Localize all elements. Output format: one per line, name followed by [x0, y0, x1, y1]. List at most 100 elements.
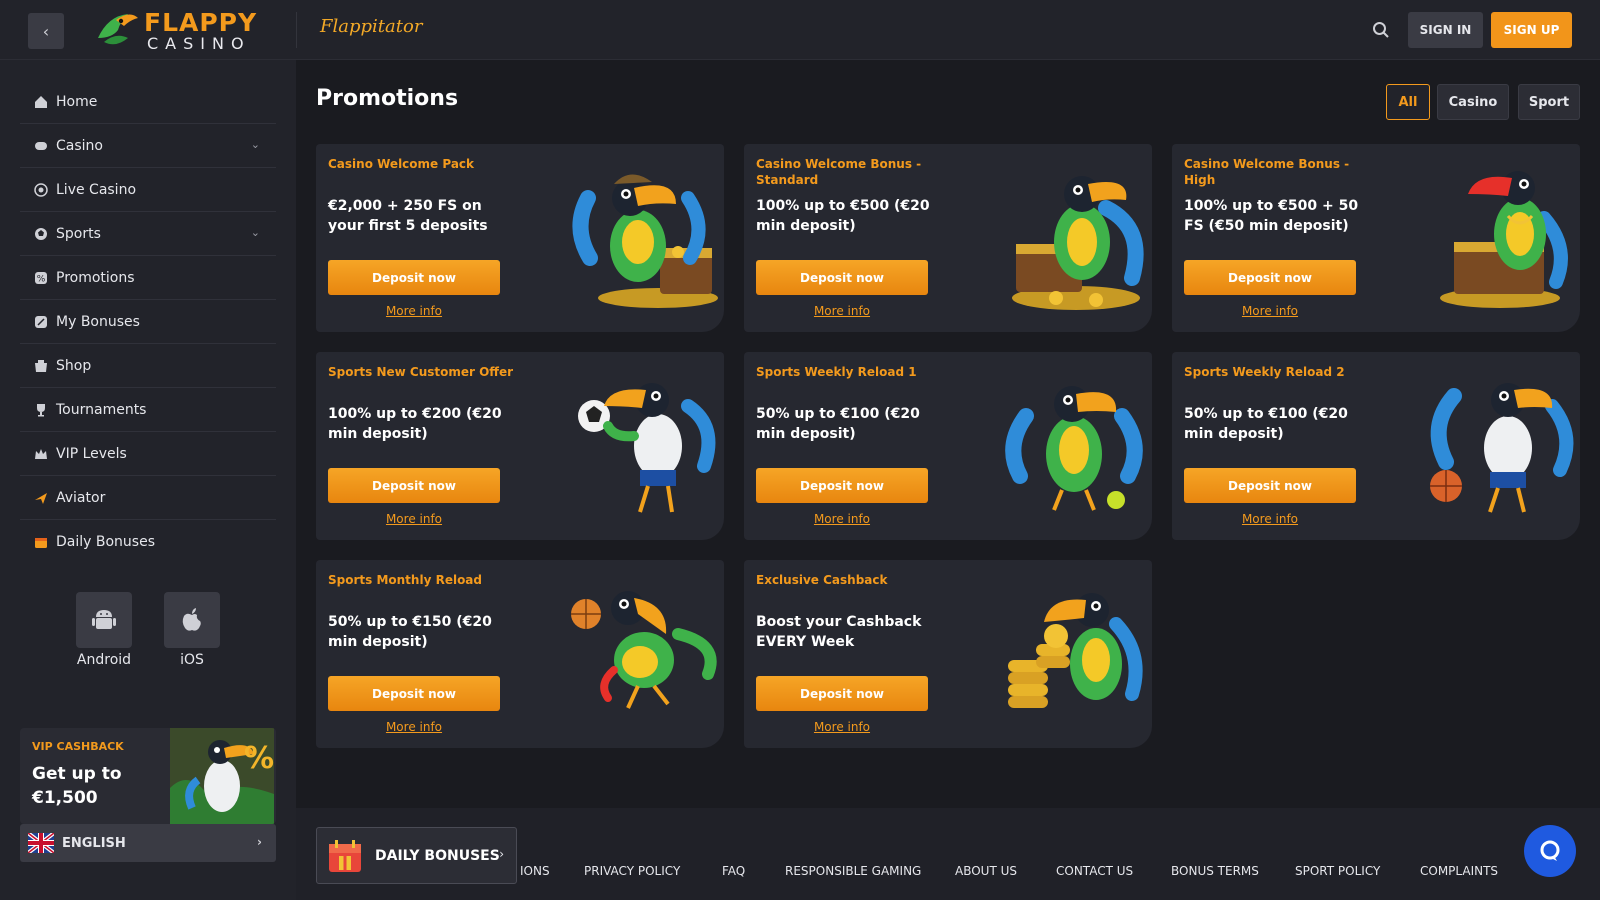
- promo-title: Casino Welcome Bonus - Standard: [756, 157, 922, 187]
- promo-description: 50% up to €150 (€20 min deposit): [328, 614, 492, 650]
- flappitator-link[interactable]: Flappitator: [320, 16, 422, 37]
- chevron-right-icon: ›: [257, 835, 262, 849]
- language-label: ENGLISH: [62, 835, 126, 851]
- promo-title: Exclusive Cashback: [756, 573, 888, 587]
- footer-link-privacy-policy[interactable]: PRIVACY POLICY: [584, 864, 680, 878]
- sidebar-item-shop[interactable]: Shop: [20, 344, 276, 388]
- uk-flag-icon: [28, 833, 54, 853]
- plane-icon: [35, 492, 47, 504]
- deposit-now-button[interactable]: Deposit now: [1184, 468, 1356, 503]
- page-title: Promotions: [316, 86, 459, 111]
- sidebar-item-casino[interactable]: Casino ⌄: [20, 124, 276, 168]
- vip-cashback-text: Get up to €1,500: [32, 764, 122, 808]
- search-icon[interactable]: [1372, 21, 1390, 39]
- more-info-link[interactable]: More info: [1184, 512, 1356, 526]
- footer-link-complaints[interactable]: COMPLAINTS: [1420, 864, 1498, 878]
- sidebar-item-my-bonuses[interactable]: My Bonuses: [20, 300, 276, 344]
- deposit-now-button[interactable]: Deposit now: [756, 676, 928, 711]
- more-info-link[interactable]: More info: [328, 304, 500, 318]
- daily-bonuses-label: DAILY BONUSES: [375, 847, 500, 864]
- deposit-now-button[interactable]: Deposit now: [328, 468, 500, 503]
- filter-casino-tab[interactable]: Casino: [1437, 84, 1509, 120]
- promo-title: Sports New Customer Offer: [328, 365, 514, 379]
- deposit-now-button[interactable]: Deposit now: [328, 676, 500, 711]
- sidebar-item-label: Tournaments: [56, 401, 147, 418]
- trophy-icon: [37, 403, 45, 416]
- android-app-button[interactable]: [76, 592, 132, 648]
- top-header: ‹ FLAPPY CASINO Flappitator SIGN IN SIGN…: [0, 0, 1600, 60]
- filter-all-tab[interactable]: All: [1386, 84, 1430, 120]
- toucan-soccer-illustration: [578, 383, 716, 513]
- more-info-link[interactable]: More info: [328, 720, 500, 734]
- promo-card-sports-weekly-reload-1: Sports Weekly Reload 1 50% up to €100 (€…: [744, 352, 1152, 540]
- more-info-link[interactable]: More info: [756, 512, 928, 526]
- sidebar-item-home[interactable]: Home: [20, 80, 276, 124]
- promo-description: Boost your Cashback EVERY Week: [756, 614, 922, 650]
- live-chat-button[interactable]: [1524, 825, 1576, 877]
- sidebar-item-label: VIP Levels: [56, 445, 127, 462]
- sidebar-item-live-casino[interactable]: Live Casino: [20, 168, 276, 212]
- more-info-link[interactable]: More info: [1184, 304, 1356, 318]
- sidebar-item-sports[interactable]: Sports ⌄: [20, 212, 276, 256]
- collapse-sidebar-button[interactable]: ‹: [28, 13, 64, 49]
- vip-cashback-title: VIP CASHBACK: [32, 740, 124, 753]
- android-icon: [92, 610, 116, 629]
- sidebar-item-label: Live Casino: [56, 181, 137, 198]
- sidebar-item-daily-bonuses[interactable]: Daily Bonuses: [20, 520, 276, 564]
- sidebar-item-label: Shop: [56, 357, 92, 374]
- vip-cashback-card[interactable]: VIP CASHBACK Get up to €1,500 %: [20, 728, 276, 824]
- promo-description: 100% up to €500 (€20 min deposit): [756, 198, 930, 234]
- ios-label: iOS: [180, 652, 204, 668]
- promo-card-sports-new-customer: Sports New Customer Offer 100% up to €20…: [316, 352, 724, 540]
- promo-description: 100% up to €200 (€20 min deposit): [328, 406, 502, 442]
- footer-link-contact-us[interactable]: CONTACT US: [1056, 864, 1133, 878]
- toucan-percent-illustration: %: [170, 728, 274, 824]
- ios-app-button[interactable]: [164, 592, 220, 648]
- promotions-icon: %: [35, 271, 47, 284]
- sidebar-item-label: Aviator: [56, 489, 106, 506]
- promo-description: €2,000 + 250 FS on your first 5 deposits: [328, 198, 488, 234]
- sidebar-item-aviator[interactable]: Aviator: [20, 476, 276, 520]
- more-info-link[interactable]: More info: [328, 512, 500, 526]
- deposit-now-button[interactable]: Deposit now: [1184, 260, 1356, 295]
- footer-link-sport-policy[interactable]: SPORT POLICY: [1295, 864, 1380, 878]
- crown-icon: [35, 448, 47, 459]
- footer-link-bonus-terms[interactable]: BONUS TERMS: [1171, 864, 1259, 878]
- more-info-link[interactable]: More info: [756, 720, 928, 734]
- sign-in-button[interactable]: SIGN IN: [1408, 12, 1483, 48]
- promo-description: 100% up to €500 + 50 FS (€50 min deposit…: [1184, 198, 1359, 234]
- site-logo[interactable]: FLAPPY CASINO: [94, 6, 256, 54]
- gift-calendar-icon: [329, 839, 361, 872]
- toucan-treasure-illustration: [572, 174, 718, 308]
- sidebar-item-promotions[interactable]: % Promotions: [20, 256, 276, 300]
- deposit-now-button[interactable]: Deposit now: [756, 260, 928, 295]
- sidebar-item-label: Home: [56, 93, 98, 110]
- sidebar-item-label: Sports: [56, 225, 101, 242]
- sidebar-item-label: My Bonuses: [56, 313, 140, 330]
- language-selector[interactable]: ENGLISH ›: [20, 824, 276, 862]
- svg-text:%: %: [244, 741, 274, 776]
- promo-card-casino-welcome-high: Casino Welcome Bonus - High 100% up to €…: [1172, 144, 1580, 332]
- gamepad-icon: [35, 141, 47, 150]
- shop-icon: [35, 359, 47, 372]
- sidebar-item-tournaments[interactable]: Tournaments: [20, 388, 276, 432]
- logo-text-bottom: CASINO: [147, 34, 251, 53]
- filter-sport-tab[interactable]: Sport: [1518, 84, 1580, 120]
- promo-title: Sports Weekly Reload 2: [1184, 365, 1345, 379]
- sign-up-button[interactable]: SIGN UP: [1491, 12, 1572, 48]
- deposit-now-button[interactable]: Deposit now: [756, 468, 928, 503]
- footer-link-faq[interactable]: FAQ: [722, 864, 745, 878]
- logo-text-top: FLAPPY: [144, 8, 258, 37]
- more-info-link[interactable]: More info: [756, 304, 928, 318]
- sidebar-item-label: Daily Bonuses: [56, 534, 155, 550]
- footer-link-responsible-gaming[interactable]: RESPONSIBLE GAMING: [785, 864, 921, 878]
- footer-link-partial[interactable]: IONS: [520, 864, 550, 878]
- daily-bonuses-bar[interactable]: DAILY BONUSES ›: [316, 827, 517, 884]
- footer-link-about-us[interactable]: ABOUT US: [955, 864, 1017, 878]
- deposit-now-button[interactable]: Deposit now: [328, 260, 500, 295]
- chevron-down-icon[interactable]: ⌄: [251, 138, 260, 151]
- chevron-down-icon[interactable]: ⌄: [251, 226, 260, 239]
- svg-text:%: %: [37, 274, 46, 284]
- sidebar-item-vip-levels[interactable]: VIP Levels: [20, 432, 276, 476]
- promo-card-casino-welcome-standard: Casino Welcome Bonus - Standard 100% up …: [744, 144, 1152, 332]
